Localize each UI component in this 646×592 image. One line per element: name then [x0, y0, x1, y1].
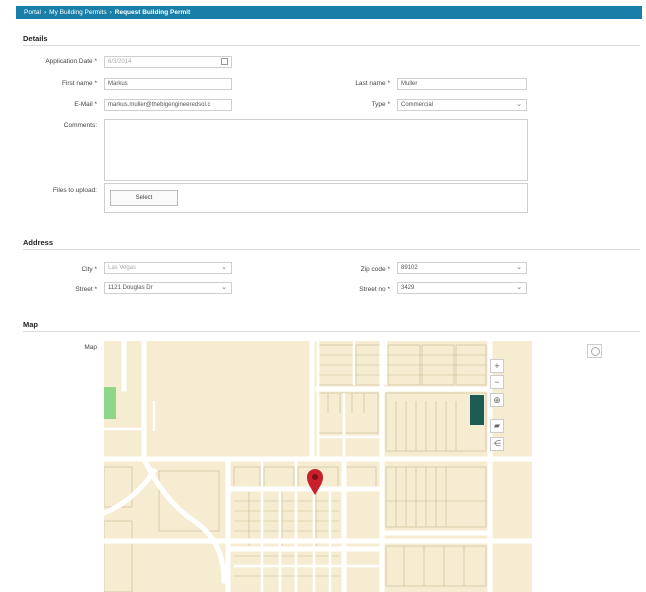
street-no-value: 3429	[401, 285, 415, 291]
label-city: City *	[81, 266, 97, 273]
application-date-value: 6/3/2014	[108, 59, 132, 65]
chevron-down-icon: ⌄	[516, 284, 522, 291]
zip-select[interactable]: 89102 ⌄	[397, 262, 527, 274]
layers-icon[interactable]: ▰	[490, 419, 504, 433]
comments-textarea[interactable]	[104, 119, 528, 181]
type-value: Commercial	[401, 102, 434, 108]
type-select[interactable]: Commercial ⌄	[397, 99, 527, 111]
label-files: Files to upload:	[52, 187, 97, 194]
breadcrumb-portal[interactable]: Portal	[24, 9, 41, 16]
first-name-field[interactable]: Markus	[104, 78, 232, 90]
map-canvas[interactable]	[104, 341, 532, 592]
label-street-no: Street no *	[359, 286, 390, 293]
label-last-name: Last name *	[355, 80, 390, 87]
email-field[interactable]: markus.muller@thebigengineeredsol.c	[104, 99, 232, 111]
chevron-down-icon: ⌄	[221, 284, 227, 291]
breadcrumb-current: Request Building Permit	[114, 9, 191, 16]
label-first-name: First name *	[61, 80, 97, 87]
city-value: Las Vegas	[108, 265, 137, 271]
first-name-value: Markus	[108, 81, 128, 87]
label-zip: Zip code *	[360, 266, 390, 273]
divider	[23, 249, 640, 250]
city-select[interactable]: Las Vegas ⌄	[104, 262, 232, 274]
label-comments: Comments:	[63, 122, 97, 129]
map-view[interactable]: + − ⊕ ▰ ⋲	[104, 341, 532, 592]
label-map: Map	[84, 344, 97, 351]
chevron-down-icon: ⌄	[516, 264, 522, 271]
section-title-address: Address	[23, 238, 54, 247]
street-value: 1121 Douglas Dr	[108, 285, 153, 291]
street-select[interactable]: 1121 Douglas Dr ⌄	[104, 282, 232, 294]
divider	[23, 45, 640, 46]
circle-icon	[591, 347, 600, 356]
locate-icon[interactable]: ⊕	[490, 393, 504, 407]
select-file-button[interactable]: Select	[110, 190, 178, 206]
zoom-in-icon[interactable]: +	[490, 359, 504, 373]
application-date-field[interactable]: 6/3/2014	[104, 56, 232, 68]
top-nav-bar: Portal › My Building Permits › Request Build…	[16, 6, 642, 19]
map-settings-button[interactable]	[587, 344, 602, 358]
section-title-map: Map	[23, 320, 38, 329]
park-area	[104, 387, 116, 419]
street-no-select[interactable]: 3429 ⌄	[397, 282, 527, 294]
email-value: markus.muller@thebigengineeredsol.c	[108, 102, 211, 108]
chevron-down-icon: ⌄	[221, 264, 227, 271]
building-highlight	[470, 395, 484, 425]
zip-value: 89102	[401, 265, 418, 271]
share-icon[interactable]: ⋲	[490, 437, 504, 451]
section-title-details: Details	[23, 34, 48, 43]
last-name-value: Muller	[401, 81, 418, 87]
label-email: E-Mail *	[74, 101, 97, 108]
chevron-down-icon: ⌄	[516, 101, 522, 108]
divider	[23, 331, 640, 332]
calendar-icon[interactable]	[221, 58, 228, 65]
last-name-field[interactable]: Muller	[397, 78, 527, 90]
label-application-date: Application Date *	[45, 58, 97, 65]
breadcrumb: Portal › My Building Permits › Request Build…	[24, 9, 191, 16]
label-street: Street *	[75, 286, 97, 293]
label-type: Type *	[371, 101, 390, 108]
zoom-out-icon[interactable]: −	[490, 375, 504, 389]
breadcrumb-my-permits[interactable]: My Building Permits	[49, 9, 106, 16]
